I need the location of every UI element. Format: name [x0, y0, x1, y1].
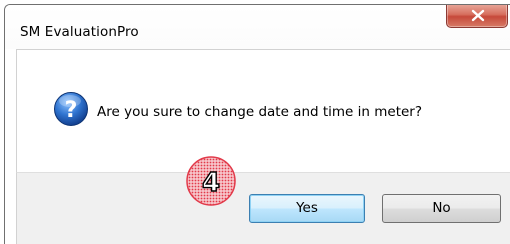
- svg-text:?: ?: [65, 98, 78, 123]
- close-x-icon: [471, 9, 485, 22]
- no-button[interactable]: No: [382, 194, 501, 223]
- close-button[interactable]: [446, 5, 508, 28]
- confirmation-message: Are you sure to change date and time in …: [97, 104, 423, 120]
- yes-button[interactable]: Yes: [249, 194, 365, 223]
- button-bar: Yes No: [16, 172, 510, 244]
- title-bar[interactable]: SM EvaluationPro: [5, 5, 510, 49]
- step-number-marker: 4: [186, 156, 236, 206]
- message-dialog: SM EvaluationPro ? Are you sure to chang…: [4, 4, 510, 244]
- window-title: SM EvaluationPro: [20, 24, 139, 40]
- question-icon: ?: [54, 92, 88, 126]
- dialog-content: ? Are you sure to change date and time i…: [16, 49, 510, 172]
- step-number-label: 4: [202, 168, 220, 198]
